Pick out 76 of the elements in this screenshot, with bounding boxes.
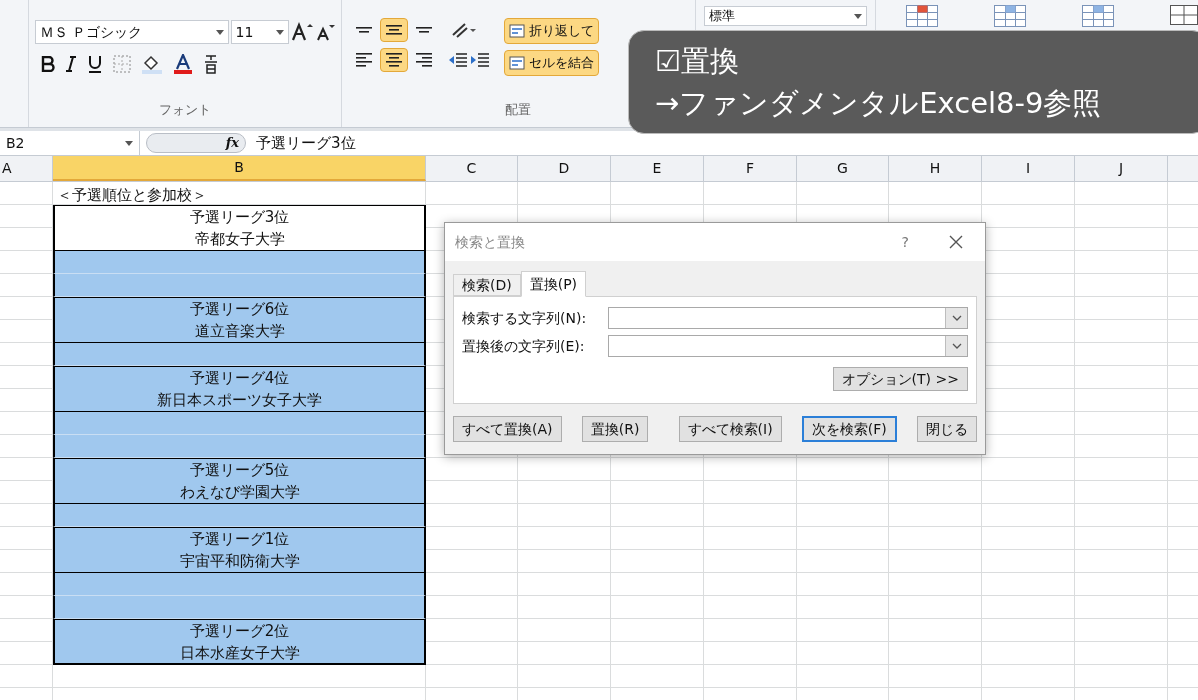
table-cell: 予選リーグ4位 新日本スポーツ女子大学 [53,366,426,412]
font-color-icon[interactable] [172,54,193,74]
align-lines-icon [414,26,433,34]
field-label: 置換後の文字列(E): [462,336,586,356]
underline-icon[interactable] [86,55,103,73]
caption-text: ☑置換 [655,43,739,80]
align-lines-icon [354,52,373,68]
grow-font-icon[interactable] [290,22,313,42]
column-header[interactable]: F [704,156,797,181]
table-style-icon[interactable] [906,5,938,27]
fill-color-icon[interactable] [140,54,163,74]
column-header[interactable]: E [611,156,704,181]
vertical-align-button[interactable] [379,18,408,42]
field-label: 検索する文字列(N): [462,308,588,328]
merge-center-button[interactable]: セルを結合 [503,50,599,76]
close-icon[interactable] [949,235,963,249]
group-label: フォント [158,100,211,119]
chevron-down-icon [951,315,962,321]
column-header[interactable]: C [426,156,518,181]
column-header[interactable]: I [982,156,1075,181]
font-size: 11 [235,22,254,42]
align-lines-icon [354,26,373,34]
table-title: ＜予選順位と参加校＞ [56,185,207,205]
column-header[interactable]: G [797,156,889,181]
dialog-tab[interactable]: 置換(P) [520,271,587,297]
wrap-text-icon [508,24,525,38]
group-label: 配置 [505,100,532,119]
insert-function-button[interactable]: fx [225,133,239,153]
number-format: 標準 [709,7,736,26]
font-size-dropdown[interactable]: 11 [230,20,289,44]
name-box[interactable]: B2 [0,131,140,155]
align-lines-icon [414,52,433,68]
dropdown-arrow-icon [854,13,862,19]
italic-icon[interactable] [64,56,77,72]
table-cell: 予選リーグ5位 わえなび学園大学 [53,458,426,504]
align-lines-icon [384,24,403,36]
formula-content: 予選リーグ3位 [256,132,356,154]
help-button[interactable]: ? [901,231,909,253]
column-header[interactable]: B [53,156,426,181]
column-header[interactable]: H [889,156,982,181]
align-lines-icon [384,52,403,68]
column-header[interactable]: D [518,156,611,181]
font-name-dropdown[interactable]: ＭＳ Ｐゴシック [34,20,229,44]
table-cell: 予選リーグ2位 日本水産女子大学 [53,619,426,665]
decrease-indent-icon[interactable] [447,52,468,68]
insert-cells-icon[interactable] [1170,5,1198,25]
font-name: ＭＳ Ｐゴシック [39,22,143,42]
number-format-dropdown[interactable]: 標準 [704,6,867,26]
shrink-font-icon[interactable] [314,22,335,42]
phonetic-icon[interactable] [202,54,219,74]
merge-cells-icon [508,56,525,70]
combo-field[interactable] [608,307,968,329]
column-header[interactable]: J [1075,156,1168,181]
horizontal-align-button[interactable] [379,48,408,72]
table-cell: 予選リーグ1位 宇宙平和防衛大学 [53,527,426,573]
dropdown-arrow-icon [125,140,133,146]
dialog-button[interactable]: すべて置換(A) [453,416,562,442]
table-cell: 予選リーグ6位 道立音楽大学 [53,297,426,343]
table-cell: 予選リーグ3位 帝都女子大学 [53,205,426,251]
dropdown-arrow-icon [275,29,284,35]
caption-text: →ファンダメンタルExcel8-9参照 [655,85,1102,122]
dialog-tab[interactable]: 検索(D) [453,274,521,296]
table-style-icon[interactable] [1082,5,1114,27]
wrap-text-button[interactable]: 折り返して [503,18,599,44]
bold-icon[interactable] [40,56,55,72]
combo-field[interactable] [608,335,968,357]
dialog-button[interactable]: 次を検索(F) [801,416,897,442]
dropdown-arrow-icon [215,29,224,35]
dialog-title: 検索と置換 [455,232,525,252]
options-button[interactable]: オプション(T) >> [832,367,968,391]
dialog-button[interactable]: すべて検索(I) [678,416,782,442]
dialog-button[interactable]: 閉じる [916,416,977,442]
chevron-down-icon [951,343,962,349]
dialog-button[interactable]: 置換(R) [581,416,649,442]
increase-indent-icon[interactable] [469,52,490,68]
table-style-icon[interactable] [994,5,1026,27]
